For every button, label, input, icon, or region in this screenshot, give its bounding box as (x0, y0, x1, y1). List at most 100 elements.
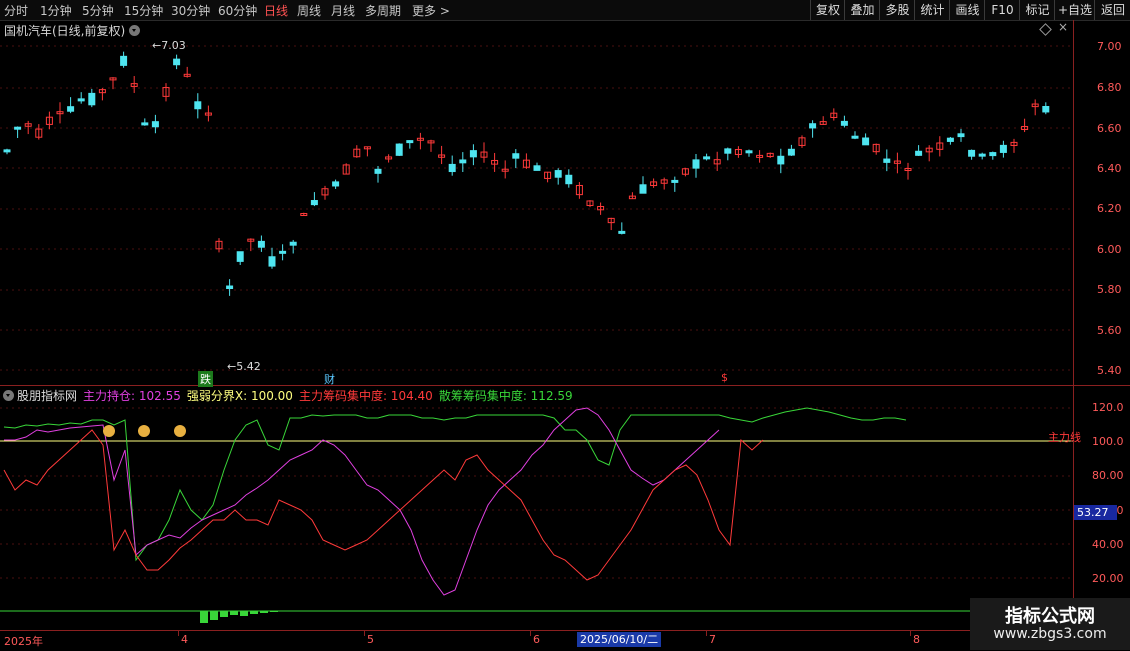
price-tick: 5.80 (1097, 283, 1122, 296)
panel-divider (0, 385, 1130, 386)
main-concentration-line (3, 429, 764, 581)
histogram-bar (210, 611, 218, 620)
date-label-apr: 4 (181, 633, 188, 646)
indicator-title: 股朋指标网 主力持仓: 102.55 强弱分界X: 100.00 主力筹码集中度: 1… (3, 387, 579, 404)
candle (448, 163, 456, 173)
candle (724, 148, 732, 154)
main-concentration-value: 主力筹码集中度: 104.40 (298, 389, 433, 403)
candle (554, 170, 562, 178)
date-label-jul: 7 (709, 633, 716, 646)
histogram-bar (250, 611, 258, 614)
candle (639, 184, 647, 194)
date-highlight: 2025/06/10/二 (577, 632, 662, 647)
candle (67, 106, 75, 112)
indicator-tick: 80.00 (1092, 469, 1124, 482)
candle (3, 149, 11, 153)
die-tag[interactable]: 跌 (198, 371, 213, 387)
candle (809, 123, 817, 129)
candle (671, 179, 679, 183)
histogram-bar (200, 611, 208, 623)
candle (915, 150, 923, 156)
candle (851, 135, 859, 139)
candle (289, 241, 297, 246)
histogram-bar (260, 611, 268, 613)
indicator-name[interactable]: 股朋指标网 (17, 389, 77, 403)
candle (946, 137, 954, 142)
money-bag-icon (174, 425, 186, 437)
price-tick: 5.40 (1097, 364, 1122, 377)
boundary-value: 强弱分界X: 100.00 (186, 389, 293, 403)
price-tick: 5.60 (1097, 324, 1122, 337)
candle (469, 150, 477, 158)
date-label-may: 5 (367, 633, 374, 646)
money-bag-icon (138, 425, 150, 437)
site-watermark: 指标公式网 www.zbgs3.com (970, 598, 1130, 650)
money-bag-icon (103, 425, 115, 437)
candle (406, 140, 414, 144)
candle (141, 122, 149, 126)
candle (745, 150, 753, 154)
candle (968, 149, 976, 157)
main-position-value: 主力持仓: 102.55 (83, 389, 181, 403)
date-axis: 2025年 4 5 6 2025/06/10/二 7 8 (0, 630, 1130, 651)
candle (194, 101, 202, 110)
price-axis-border (1073, 20, 1074, 630)
candle (395, 143, 403, 156)
candle (257, 240, 265, 248)
histogram-bar (240, 611, 248, 616)
candle (374, 168, 382, 174)
candle (787, 148, 795, 156)
candle (840, 120, 848, 126)
candle (989, 152, 997, 157)
candle (1042, 105, 1050, 113)
candle (88, 92, 96, 106)
candle (862, 137, 870, 146)
current-value-badge: 53.27 (1074, 505, 1117, 520)
price-tick: 6.40 (1097, 162, 1122, 175)
high-price-label: ←7.03 (152, 39, 186, 52)
histogram-bar (230, 611, 238, 615)
candle (703, 156, 711, 160)
candle (978, 153, 986, 157)
low-price-label: ←5.42 (227, 360, 261, 373)
candle (565, 174, 573, 185)
candle (14, 126, 22, 130)
date-label-jun: 6 (533, 633, 540, 646)
candle (957, 133, 965, 138)
price-tick: 6.20 (1097, 202, 1122, 215)
candle (120, 55, 128, 66)
kline-chart[interactable] (0, 0, 1130, 650)
candle (268, 256, 276, 267)
candle (226, 285, 234, 290)
candle (77, 98, 85, 102)
candle (310, 200, 318, 206)
price-tick: 6.00 (1097, 243, 1122, 256)
cai-tag[interactable]: 财 (322, 371, 337, 387)
indicator-tick: 120.0 (1092, 401, 1124, 414)
dollar-tag[interactable]: $ (719, 371, 730, 384)
candle (777, 155, 785, 165)
candle (236, 251, 244, 262)
watermark-title: 指标公式网 (1005, 606, 1095, 627)
indicator-tick: 20.00 (1092, 572, 1124, 585)
candle (618, 230, 626, 234)
candle (533, 165, 541, 171)
candle (151, 121, 159, 128)
main-line-label: 主力线 (1048, 431, 1081, 444)
candle (512, 153, 520, 159)
candle (883, 158, 891, 163)
histogram-bar (270, 611, 278, 612)
candle (692, 159, 700, 169)
price-tick: 6.60 (1097, 122, 1122, 135)
indicator-tick: 40.00 (1092, 538, 1124, 551)
watermark-url: www.zbgs3.com (993, 626, 1107, 642)
indicator-tick: 100.0 (1092, 435, 1124, 448)
date-label-aug: 8 (913, 633, 920, 646)
price-tick: 7.00 (1097, 40, 1122, 53)
date-label-year: 2025年 (4, 635, 43, 648)
candle (999, 144, 1007, 153)
candle (459, 159, 467, 164)
chevron-down-icon[interactable] (3, 390, 14, 401)
retail-concentration-value: 散筹筹码集中度: 112.59 (438, 389, 573, 403)
histogram-bar (220, 611, 228, 617)
